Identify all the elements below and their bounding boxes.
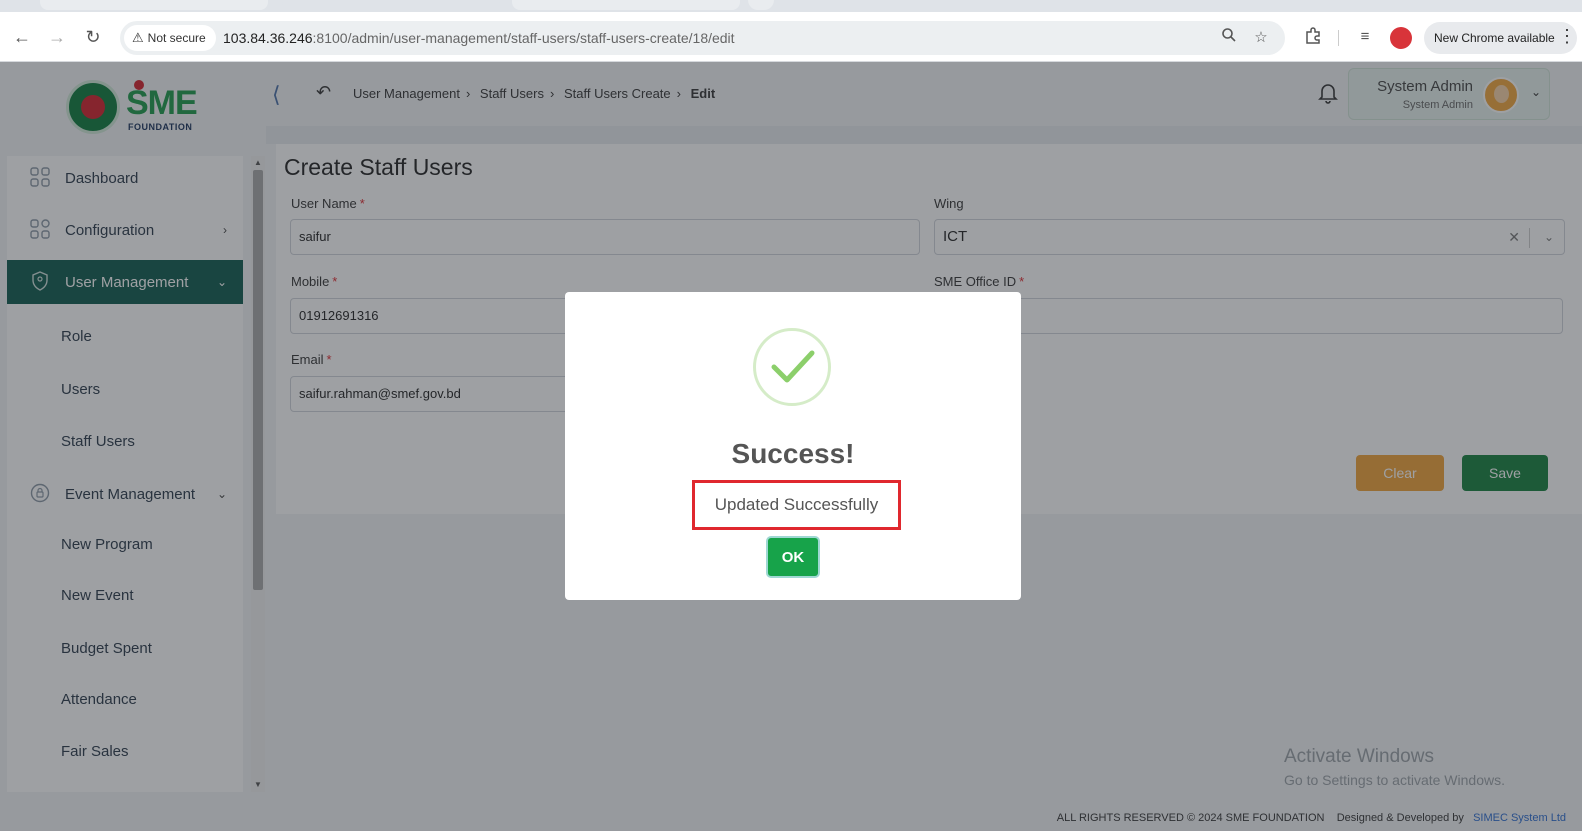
warning-icon: ⚠ [132,30,144,45]
zoom-icon[interactable] [1218,27,1240,49]
browser-tab[interactable] [282,0,500,10]
new-tab-button[interactable] [748,0,774,10]
dialog-title: Success! [731,438,855,469]
forward-arrow-icon[interactable]: → [46,26,68,48]
browser-tab[interactable] [40,0,268,10]
back-arrow-icon[interactable]: ← [11,26,33,48]
url-text[interactable]: 103.84.36.246:8100/admin/user-management… [223,21,735,55]
chrome-update-button[interactable]: New Chrome available [1424,22,1577,54]
success-check-icon [753,328,831,406]
browser-tab-strip [0,0,1582,12]
chrome-menu-icon[interactable]: ⋮ [1558,26,1576,47]
extensions-icon[interactable] [1302,26,1324,48]
highlight-box: Updated Successfully [692,480,901,530]
bookmark-star-icon[interactable]: ☆ [1250,27,1272,49]
media-queue-icon[interactable]: ≡ [1354,26,1376,48]
toolbar-divider [1338,30,1339,46]
ok-button[interactable]: OK [766,536,820,578]
security-chip[interactable]: ⚠ Not secure [124,25,216,51]
browser-tab[interactable] [512,0,740,10]
dialog-message: Updated Successfully [714,495,879,514]
success-dialog: Success! Updated Successfully OK [565,292,1021,600]
browser-toolbar: ← → ↻ ⚠ Not secure 103.84.36.246:8100/adm… [0,12,1582,62]
profile-avatar-icon[interactable] [1390,27,1412,49]
address-bar[interactable]: ⚠ Not secure 103.84.36.246:8100/admin/use… [120,21,1285,55]
reload-icon[interactable]: ↻ [82,26,104,48]
